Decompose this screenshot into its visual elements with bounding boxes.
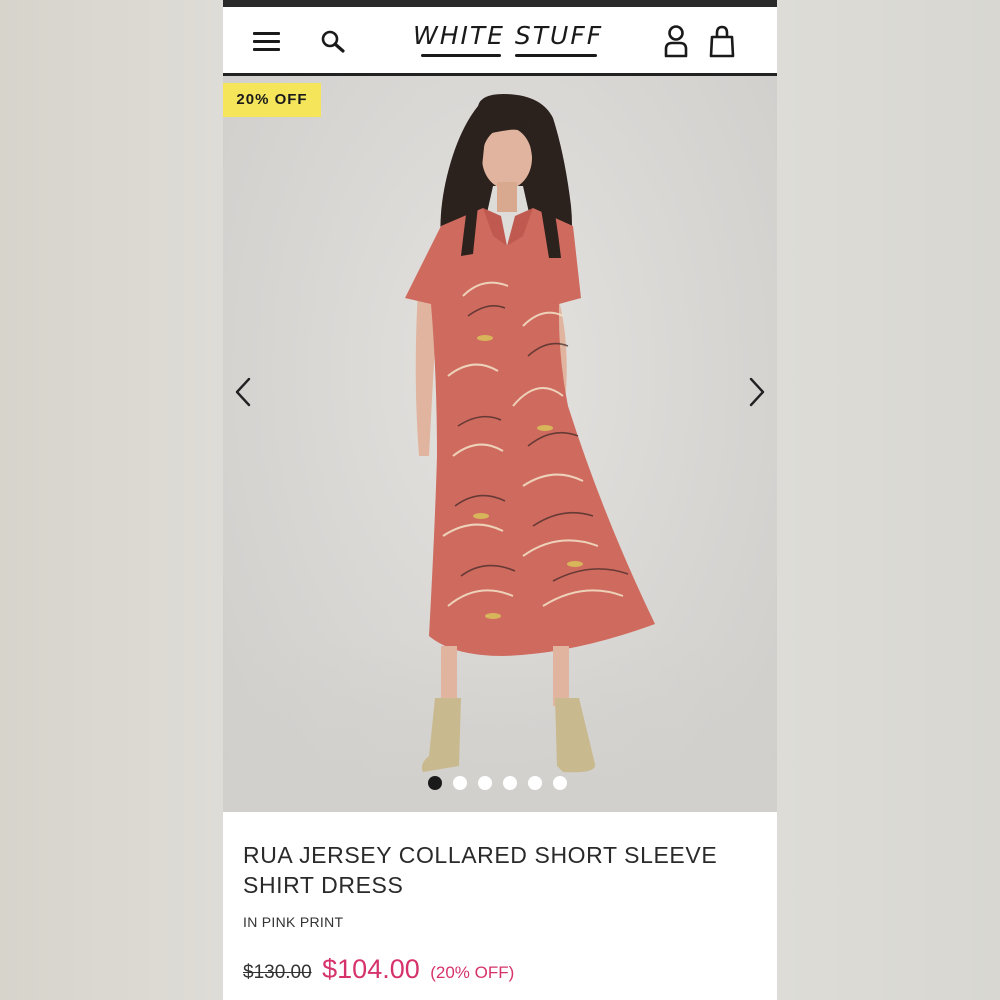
product-photo [405, 94, 655, 773]
carousel-dot-6[interactable] [553, 776, 567, 790]
bag-icon[interactable] [709, 23, 735, 59]
brand-word-white: WHITE [413, 21, 505, 50]
price-row: $130.00 $104.00 (20% OFF) [243, 954, 514, 994]
brand-logo[interactable]: WHITE STUFF [413, 21, 603, 61]
phone-screen: WHITE STUFF 20% OFF RUA JERSEY COLLARED … [223, 0, 777, 1000]
discount-label: (20% OFF) [430, 963, 515, 982]
carousel-dot-3[interactable] [478, 776, 492, 790]
carousel-dot-2[interactable] [453, 776, 467, 790]
background-left [0, 0, 223, 1000]
previous-image-arrow[interactable] [233, 376, 253, 408]
background-right [777, 0, 1000, 1000]
menu-icon[interactable] [253, 32, 280, 52]
original-price: $130.00 [243, 962, 312, 983]
sale-price: $104.00 [322, 954, 420, 984]
product-color: IN PINK PRINT [243, 914, 344, 930]
carousel-dot-4[interactable] [503, 776, 517, 790]
next-image-arrow[interactable] [747, 376, 767, 408]
search-icon[interactable] [320, 29, 346, 55]
product-title: RUA JERSEY COLLARED SHORT SLEEVE SHIRT D… [243, 842, 718, 898]
product-info: RUA JERSEY COLLARED SHORT SLEEVE SHIRT D… [223, 812, 777, 1000]
product-image-carousel[interactable]: 20% OFF [223, 76, 777, 812]
brand-word-stuff: STUFF [514, 21, 604, 50]
status-strip [223, 0, 777, 7]
discount-badge: 20% OFF [223, 83, 321, 117]
site-header: WHITE STUFF [223, 7, 777, 76]
carousel-dot-1[interactable] [428, 776, 442, 790]
carousel-pagination [428, 776, 578, 792]
account-icon[interactable] [663, 23, 689, 59]
carousel-dot-5[interactable] [528, 776, 542, 790]
